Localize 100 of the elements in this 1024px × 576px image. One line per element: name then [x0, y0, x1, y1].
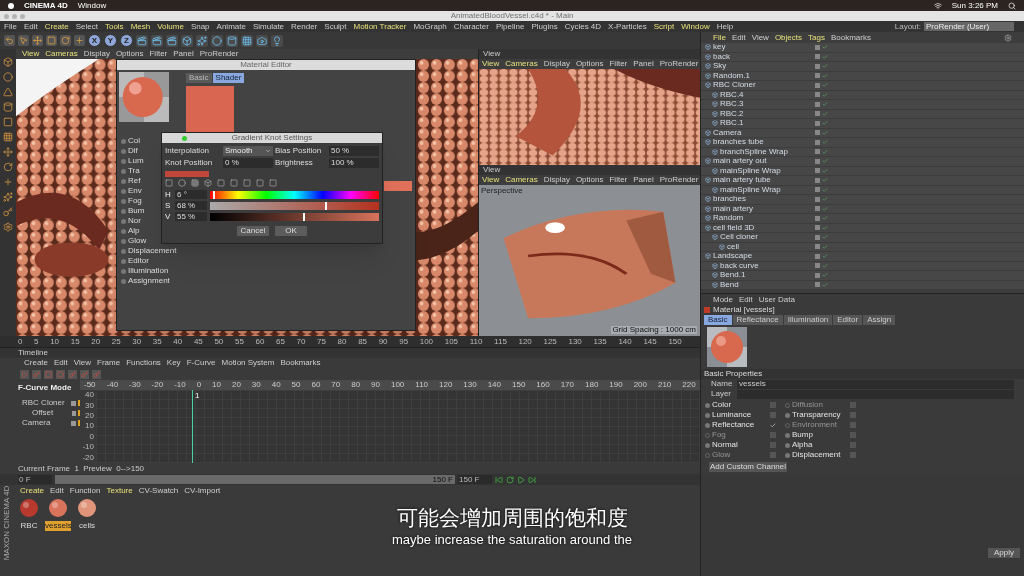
undo-icon[interactable] [4, 35, 15, 46]
rotate-icon[interactable] [3, 162, 13, 172]
object-name[interactable]: main artery out [713, 157, 767, 166]
loop-icon[interactable] [506, 475, 514, 484]
object-name[interactable]: RBC.4 [720, 90, 744, 99]
menu-item[interactable]: Panel [173, 50, 194, 58]
object-name[interactable]: RBC Cloner [713, 81, 756, 90]
cylinder-icon[interactable] [3, 102, 13, 112]
object-name[interactable]: mainSpline Wrap [720, 166, 781, 175]
menu-item[interactable]: Functions [126, 359, 161, 367]
menu-item[interactable]: Cycles 4D [564, 22, 602, 31]
menu-item[interactable]: Help [716, 22, 734, 31]
skip-back-icon[interactable] [495, 475, 503, 484]
channel-checkbox[interactable] [770, 442, 776, 448]
menu-item[interactable]: Select [75, 22, 98, 31]
menu-item[interactable]: View [482, 60, 500, 68]
object-name[interactable]: main artery tube [713, 176, 771, 185]
axis-button[interactable]: X [88, 34, 101, 47]
menu-item[interactable]: CV-Import [184, 486, 221, 495]
menu-item[interactable]: View [482, 176, 500, 184]
triangle-icon[interactable] [3, 87, 13, 97]
axis-button[interactable]: Z [120, 34, 133, 47]
attribute-tab[interactable]: Assign [863, 315, 896, 325]
start-frame-field[interactable]: 0 F [18, 475, 52, 484]
menu-item[interactable]: Edit [50, 486, 64, 495]
cube-icon[interactable] [3, 57, 13, 67]
channel-checkbox[interactable] [770, 412, 776, 418]
track-label[interactable]: Offset [32, 409, 73, 417]
plus-icon[interactable] [3, 177, 13, 187]
menu-item[interactable]: Create [44, 22, 69, 31]
clapperboard-icon[interactable] [136, 34, 148, 47]
menu-item[interactable]: Key [166, 359, 181, 367]
menu-item[interactable]: Character [453, 22, 489, 31]
track-label[interactable]: Camera [22, 419, 72, 427]
menu-item[interactable]: Create [24, 359, 48, 367]
menu-item[interactable]: Mesh [130, 22, 151, 31]
menu-item[interactable]: Texture [106, 486, 133, 495]
menu-item[interactable]: Window [77, 1, 107, 10]
object-name[interactable]: mainSpline Wrap [720, 185, 781, 194]
cube-icon[interactable] [181, 34, 193, 47]
channel-checkbox[interactable] [850, 432, 856, 438]
menu-item[interactable]: Filter [609, 60, 628, 68]
attribute-tab[interactable]: Illumination [783, 315, 833, 325]
cursor-icon[interactable] [18, 35, 29, 46]
layout-dropdown[interactable]: ProRender (User) [924, 22, 1014, 31]
move-icon[interactable] [32, 35, 43, 46]
menu-item[interactable]: Frame [97, 359, 121, 367]
channel-checkbox[interactable] [770, 422, 776, 428]
menu-item[interactable]: Options [115, 50, 144, 58]
menu-item[interactable]: ProRender [659, 60, 699, 68]
object-name[interactable]: back curve [720, 261, 759, 270]
timeline-tool-icon[interactable] [20, 369, 29, 379]
menu-item[interactable]: Objects [774, 33, 802, 42]
menu-item[interactable]: Volume [157, 22, 184, 31]
timeline-tool-icon[interactable] [44, 369, 53, 379]
key-icon[interactable] [3, 207, 13, 217]
object-name[interactable]: cell [727, 242, 739, 251]
object-name[interactable]: Bend.1 [720, 271, 746, 280]
timeline-tool-icon[interactable] [80, 369, 89, 379]
menu-item[interactable]: ProRender [659, 176, 699, 184]
object-name[interactable]: Landscape [713, 252, 753, 261]
sparkles-icon[interactable] [3, 192, 13, 202]
menu-item[interactable]: Filter [149, 50, 168, 58]
object-name[interactable]: branches tube [713, 138, 764, 147]
menu-item[interactable]: Cameras [45, 50, 78, 58]
lightbulb-icon[interactable] [271, 34, 283, 47]
menu-item[interactable]: Bookmarks [280, 359, 321, 367]
rotate-icon[interactable] [60, 35, 71, 46]
grid-icon[interactable] [241, 34, 253, 47]
menu-item[interactable]: Script [653, 22, 675, 31]
menu-item[interactable]: Display [543, 176, 570, 184]
menu-item[interactable]: Animate [216, 22, 246, 31]
cylinder-icon[interactable] [226, 34, 238, 47]
attribute-tab[interactable]: Basic [704, 315, 732, 325]
menu-item[interactable]: Tags [808, 33, 825, 42]
object-name[interactable]: RBC.1 [720, 119, 744, 128]
timeline-tool-icon[interactable] [32, 369, 41, 379]
menu-item[interactable]: Simulate [252, 22, 285, 31]
object-name[interactable]: Camera [713, 128, 742, 137]
object-name[interactable]: Random [713, 214, 744, 223]
menu-item[interactable]: Plugins [531, 22, 558, 31]
menu-item[interactable]: Panel [633, 176, 654, 184]
menu-item[interactable]: Window [681, 22, 710, 31]
menu-item[interactable]: View [22, 50, 40, 58]
menu-item[interactable]: Options [575, 176, 604, 184]
channel-checkbox[interactable] [850, 412, 856, 418]
menu-item[interactable]: Render [291, 22, 318, 31]
object-name[interactable]: RBC.2 [720, 109, 744, 118]
object-name[interactable]: branchSpline Wrap [720, 147, 788, 156]
menu-item[interactable]: Tools [104, 22, 124, 31]
menu-item[interactable]: Create [20, 486, 44, 495]
menu-item[interactable]: Edit [731, 33, 746, 42]
object-name[interactable]: Random.1 [713, 71, 750, 80]
apply-button[interactable]: Apply [988, 548, 1020, 558]
plus-icon[interactable] [74, 35, 85, 46]
menu-item[interactable]: Options [575, 60, 604, 68]
menu-item[interactable]: F-Curve [186, 359, 216, 367]
app-name[interactable]: CINEMA 4D [24, 1, 68, 10]
move-icon[interactable] [3, 147, 13, 157]
menu-item[interactable]: Cameras [505, 176, 538, 184]
